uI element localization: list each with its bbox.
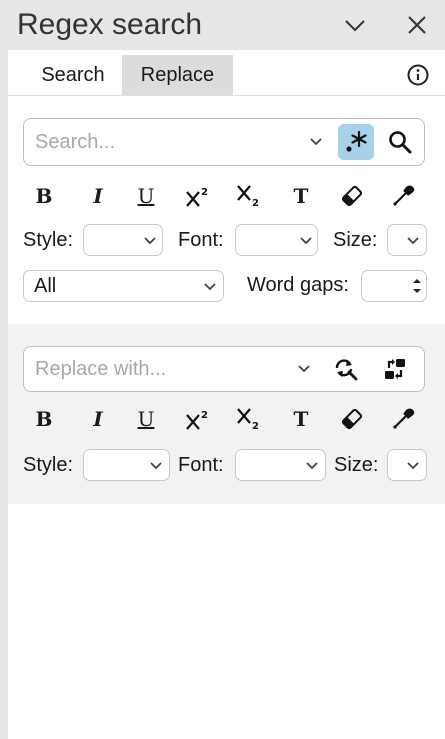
chevron-down-icon: [204, 283, 216, 291]
clear-format-button[interactable]: [335, 402, 369, 436]
pick-format-button[interactable]: [386, 179, 420, 213]
chevron-down-icon: [306, 462, 318, 470]
size-select[interactable]: [387, 224, 427, 256]
pick-format-button[interactable]: [386, 402, 420, 436]
superscript-icon: 2: [186, 187, 208, 207]
superscript-button[interactable]: 2: [180, 402, 214, 436]
superscript-icon: 2: [186, 410, 208, 430]
chevron-down-icon: [345, 20, 365, 32]
size-label: Size:: [333, 229, 378, 251]
svg-text:2: 2: [252, 421, 259, 432]
eraser-icon: [341, 185, 363, 207]
search-input[interactable]: Search...: [23, 118, 425, 166]
underline-button[interactable]: U: [129, 179, 163, 213]
chevron-down-icon[interactable]: [296, 361, 312, 377]
tab-replace[interactable]: Replace: [122, 55, 233, 95]
replace-section: Replace with... B I U 2 2 T Style: Font:…: [8, 324, 445, 504]
replace-icon: [335, 359, 358, 381]
word-gaps-label: Word gaps:: [247, 274, 349, 296]
italic-button[interactable]: I: [81, 179, 115, 213]
regex-panel: Search Replace Search... B I U 2 2 T Sty…: [8, 50, 445, 739]
regex-icon: [346, 130, 367, 152]
word-gaps-spinner[interactable]: [361, 270, 427, 302]
bold-button[interactable]: B: [27, 402, 61, 436]
chevron-down-icon: [407, 237, 419, 245]
chevron-down-icon: [407, 462, 419, 470]
search-icon: [389, 131, 412, 154]
clear-format-button[interactable]: [335, 179, 369, 213]
window-title: Regex search: [17, 8, 203, 41]
chevron-down-icon[interactable]: [308, 134, 324, 150]
text-style-button[interactable]: T: [284, 179, 318, 213]
svg-text:2: 2: [201, 410, 208, 421]
underline-button[interactable]: U: [129, 402, 163, 436]
chevron-down-icon: [144, 237, 156, 245]
chevron-down-icon: [300, 237, 312, 245]
style-select[interactable]: [83, 449, 170, 481]
search-placeholder: Search...: [35, 131, 116, 153]
subscript-icon: 2: [237, 408, 259, 432]
search-button[interactable]: [382, 124, 418, 160]
replace-button[interactable]: [328, 351, 364, 387]
font-select[interactable]: [235, 449, 326, 481]
eyedropper-icon: [392, 185, 415, 207]
title-bar: Regex search: [0, 0, 445, 50]
spinner-arrows-icon: [413, 279, 421, 293]
svg-text:2: 2: [201, 187, 208, 198]
subscript-icon: 2: [237, 185, 259, 209]
close-button[interactable]: [402, 10, 432, 40]
eyedropper-icon: [392, 408, 415, 430]
tab-divider: [8, 95, 445, 96]
subscript-button[interactable]: 2: [231, 402, 265, 436]
replace-input[interactable]: Replace with...: [23, 346, 425, 392]
style-label: Style:: [23, 229, 74, 251]
eraser-icon: [341, 408, 363, 430]
info-icon[interactable]: [406, 63, 430, 87]
font-label: Font:: [178, 454, 224, 476]
replace-placeholder: Replace with...: [35, 358, 167, 380]
style-label: Style:: [23, 454, 74, 476]
collapse-button[interactable]: [340, 10, 370, 40]
scope-select[interactable]: All: [23, 270, 224, 302]
scope-value: All: [34, 275, 57, 297]
superscript-button[interactable]: 2: [180, 179, 214, 213]
chevron-down-icon: [150, 462, 162, 470]
replace-all-icon: [385, 359, 405, 379]
regex-toggle-button[interactable]: [338, 124, 374, 160]
font-label: Font:: [178, 229, 224, 251]
italic-button[interactable]: I: [81, 402, 115, 436]
size-select[interactable]: [387, 449, 427, 481]
close-icon: [408, 16, 426, 34]
tab-search[interactable]: Search: [17, 55, 129, 95]
style-select[interactable]: [83, 224, 163, 256]
subscript-button[interactable]: 2: [231, 179, 265, 213]
replace-all-button[interactable]: [377, 351, 413, 387]
bold-button[interactable]: B: [27, 179, 61, 213]
size-label: Size:: [334, 454, 379, 476]
font-select[interactable]: [235, 224, 318, 256]
svg-text:2: 2: [252, 198, 259, 209]
text-style-button[interactable]: T: [284, 402, 318, 436]
